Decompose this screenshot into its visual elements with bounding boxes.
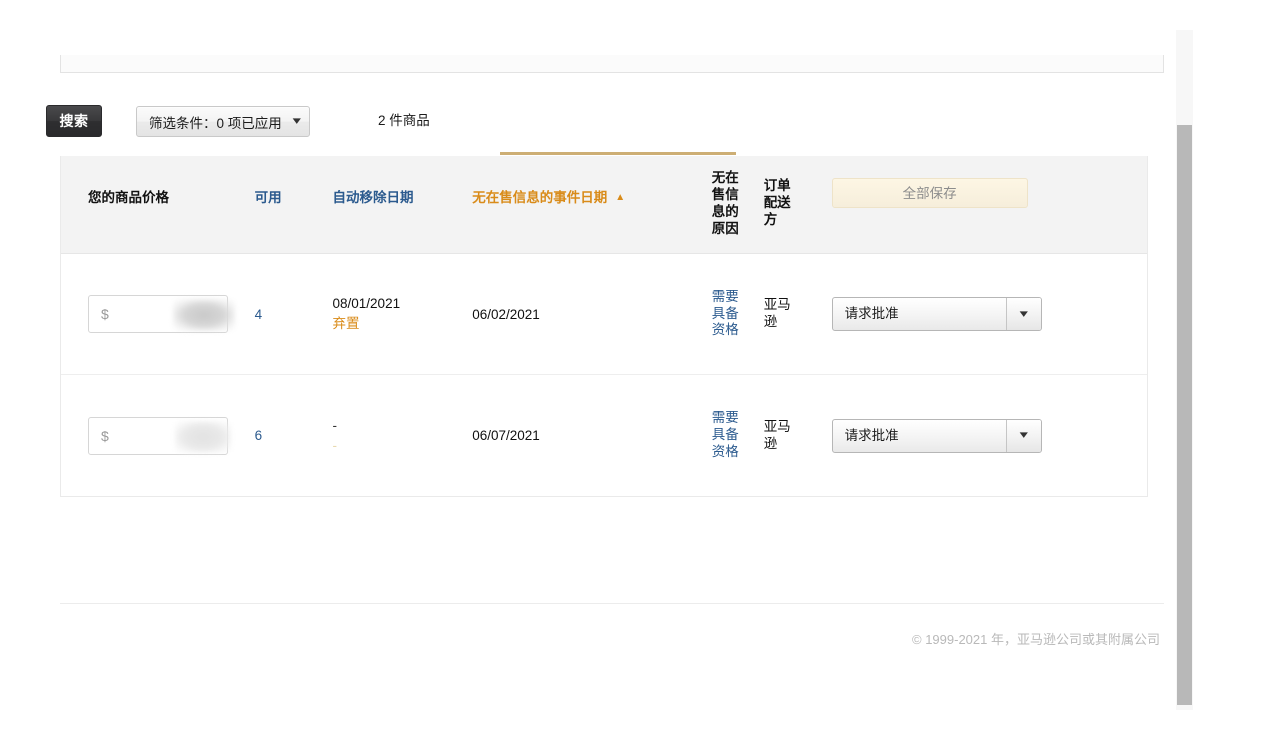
top-gutter — [0, 0, 1273, 55]
cell-fulfilled-by: 亚马逊 — [764, 297, 812, 331]
sort-ascending-icon: ▲ — [615, 192, 626, 203]
chevron-down-icon[interactable]: ▾ — [1005, 419, 1041, 452]
column-header-actions: 全部保存 — [812, 156, 1147, 253]
column-header-available[interactable]: 可用 — [255, 156, 333, 253]
cell-action: 请求批准 ▾ — [812, 297, 1147, 331]
chevron-down-icon: ▾ — [292, 115, 301, 127]
action-dropdown-label: 请求批准 — [844, 306, 899, 321]
column-header-event-date[interactable]: 无在售信息的事件日期 ▲ — [472, 156, 712, 253]
results-toolbar: 搜索 筛选条件：0 项已应用 ▾ 2 件商品 — [0, 105, 1164, 147]
auto-removal-date-value: - — [332, 417, 338, 433]
currency-symbol: $ — [101, 306, 109, 322]
auto-removal-status: - — [332, 437, 338, 453]
cell-auto-removal-date: - - — [333, 416, 473, 455]
search-button[interactable]: 搜索 — [46, 105, 102, 137]
table-header-row: 您的商品价格 可用 自动移除日期 无在售信息的事件日期 ▲ 无在售信息的原因 订单… — [61, 156, 1147, 254]
column-header-reason-label: 无在售信息的原因 — [711, 170, 739, 236]
action-dropdown[interactable]: 请求批准 ▾ — [831, 418, 1042, 453]
cell-available[interactable]: 6 — [255, 428, 333, 443]
vertical-scrollbar-thumb[interactable] — [1177, 125, 1192, 705]
action-dropdown-label: 请求批准 — [844, 427, 899, 443]
cell-reason: 需要具备资格 — [712, 289, 764, 340]
filter-dropdown-label: 筛选条件：0 项已应用 — [149, 115, 282, 131]
cell-action: 请求批准 ▾ — [812, 418, 1147, 453]
active-sort-rule — [500, 152, 736, 155]
cell-price: $ — [61, 416, 255, 455]
table-row: $ 6 - - 06/07/2021 需要具备资格 亚马逊 请求批准 ▾ — [61, 375, 1147, 496]
save-all-button[interactable]: 全部保存 — [831, 178, 1028, 208]
auto-removal-status: 弃置 — [332, 316, 360, 331]
cell-reason: 需要具备资格 — [712, 410, 764, 461]
cell-event-date: 06/07/2021 — [472, 428, 540, 443]
chevron-down-icon[interactable]: ▾ — [1005, 298, 1041, 330]
cell-price: $ — [61, 295, 255, 333]
cell-event-date: 06/02/2021 — [472, 306, 540, 322]
filter-dropdown[interactable]: 筛选条件：0 项已应用 ▾ — [136, 106, 311, 137]
offers-table: 您的商品价格 可用 自动移除日期 无在售信息的事件日期 ▲ 无在售信息的原因 订单… — [60, 156, 1148, 497]
footer-divider — [60, 603, 1164, 604]
currency-symbol: $ — [101, 427, 109, 444]
fulfilled-by-value: 亚马逊 — [763, 297, 791, 329]
action-dropdown[interactable]: 请求批准 ▾ — [831, 297, 1042, 331]
fulfilled-by-value: 亚马逊 — [763, 418, 791, 451]
column-header-fulfilled-by-label: 订单配送方 — [763, 178, 791, 227]
reason-link[interactable]: 需要具备资格 — [712, 289, 742, 340]
column-header-reason: 无在售信息的原因 — [712, 156, 764, 253]
column-header-auto-removal-date[interactable]: 自动移除日期 — [333, 156, 473, 253]
column-header-price: 您的商品价格 — [88, 190, 169, 205]
item-count-label: 2 件商品 — [378, 113, 430, 128]
price-input[interactable]: $ — [88, 295, 235, 333]
cell-fulfilled-by: 亚马逊 — [764, 419, 812, 453]
cell-available[interactable]: 4 — [255, 307, 333, 322]
redacted-price-overlay — [173, 299, 235, 331]
column-header-fulfilled-by: 订单配送方 — [764, 156, 812, 253]
redacted-price-overlay — [175, 420, 231, 453]
page-frame: 搜索 筛选条件：0 项已应用 ▾ 2 件商品 您的商品价格 可用 自动移除日期 … — [0, 0, 1273, 742]
auto-removal-date-value: 08/01/2021 — [332, 296, 401, 312]
reason-link[interactable]: 需要具备资格 — [712, 410, 742, 461]
price-input[interactable]: $ — [88, 416, 231, 455]
footer-copyright: © 1999-2021 年，亚马逊公司或其附属公司 — [912, 632, 1160, 647]
table-row: $ 4 08/01/2021 弃置 06/02/2021 需要具备资格 亚马逊 … — [61, 254, 1147, 375]
cell-auto-removal-date: 08/01/2021 弃置 — [333, 294, 473, 333]
panel-top-strip — [60, 55, 1164, 73]
column-header-event-date-label: 无在售信息的事件日期 — [472, 190, 608, 205]
